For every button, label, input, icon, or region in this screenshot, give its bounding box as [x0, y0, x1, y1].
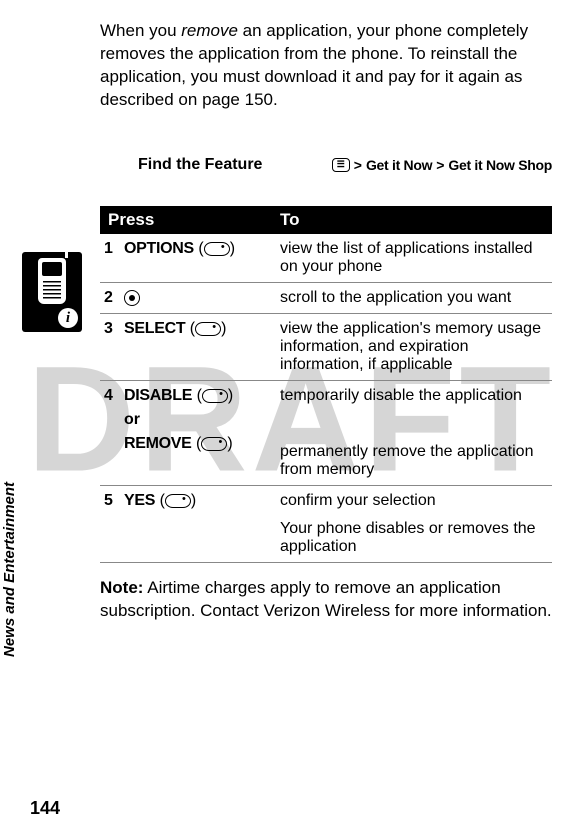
note-paragraph: Note: Airtime charges apply to remove an…	[100, 577, 552, 623]
softkey-icon	[165, 494, 191, 508]
step-num: 4	[100, 380, 124, 485]
step-press	[124, 282, 272, 313]
action-yes: YES	[124, 492, 155, 509]
action-disable: DISABLE	[124, 387, 192, 404]
table-row: 3 SELECT () view the application's memor…	[100, 313, 552, 380]
path-item-2: Get it Now Shop	[448, 157, 552, 173]
step-num: 3	[100, 313, 124, 380]
softkey-icon	[201, 437, 227, 451]
menu-key-icon: ☰	[332, 158, 350, 172]
page-content: When you remove an application, your pho…	[0, 0, 582, 643]
action-select: SELECT	[124, 320, 185, 337]
step-desc: scroll to the application you want	[272, 282, 552, 313]
nav-key-icon	[124, 290, 140, 306]
step-press: YES ()	[124, 485, 272, 562]
intro-paragraph: When you remove an application, your pho…	[100, 20, 552, 112]
table-row: 4 DISABLE () or REMOVE () temporarily di…	[100, 380, 552, 485]
steps-table: Press To 1 OPTIONS () view the list of a…	[100, 206, 552, 563]
path-item-1: Get it Now	[366, 157, 432, 173]
note-label: Note:	[100, 578, 143, 597]
note-text: Airtime charges apply to remove an appli…	[100, 578, 552, 620]
table-row: 2 scroll to the application you want	[100, 282, 552, 313]
table-row: 5 YES () confirm your selection Your pho…	[100, 485, 552, 562]
softkey-icon	[202, 389, 228, 403]
step-press: SELECT ()	[124, 313, 272, 380]
action-remove: REMOVE	[124, 435, 192, 452]
info-icon: i	[58, 308, 78, 328]
step-num: 5	[100, 485, 124, 562]
desc-remove: permanently remove the application from …	[280, 433, 544, 479]
step-num: 1	[100, 234, 124, 283]
intro-pre: When you	[100, 21, 181, 40]
header-press: Press	[100, 206, 272, 234]
or-text: or	[124, 411, 264, 429]
path-sep1: >	[354, 157, 362, 173]
phone-info-badge: i	[22, 252, 82, 332]
step-desc: view the application's memory usage info…	[272, 313, 552, 380]
page-number: 144	[30, 798, 60, 819]
find-feature-label: Find the Feature	[100, 156, 262, 174]
action-options: OPTIONS	[124, 240, 194, 257]
step-desc: temporarily disable the application perm…	[272, 380, 552, 485]
desc-confirm: confirm your selection	[280, 492, 544, 510]
path-sep2: >	[436, 157, 444, 173]
header-to: To	[272, 206, 552, 234]
step-press: DISABLE () or REMOVE ()	[124, 380, 272, 485]
table-row: 1 OPTIONS () view the list of applicatio…	[100, 234, 552, 283]
softkey-icon	[195, 322, 221, 336]
find-feature-path: ☰ > Get it Now > Get it Now Shop	[332, 157, 552, 173]
desc-disable: temporarily disable the application	[280, 387, 544, 405]
desc-result: Your phone disables or removes the appli…	[280, 510, 544, 556]
step-num: 2	[100, 282, 124, 313]
step-desc: confirm your selection Your phone disabl…	[272, 485, 552, 562]
intro-emphasis: remove	[181, 21, 238, 40]
step-press: OPTIONS ()	[124, 234, 272, 283]
softkey-icon	[204, 242, 230, 256]
find-feature-row: Find the Feature ☰ > Get it Now > Get it…	[100, 156, 552, 174]
step-desc: view the list of applications installed …	[272, 234, 552, 283]
